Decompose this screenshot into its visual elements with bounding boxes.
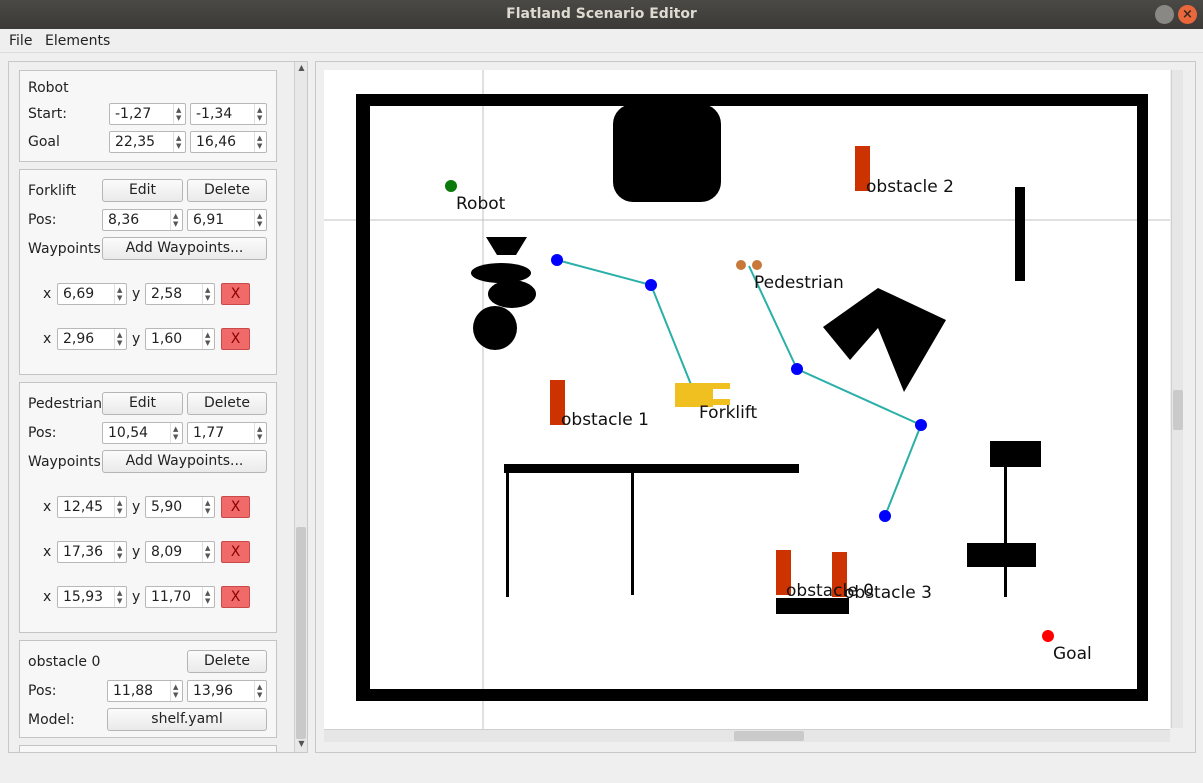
table-top bbox=[504, 464, 799, 473]
wall-right bbox=[1137, 94, 1148, 701]
pedestrian-head-right bbox=[752, 260, 762, 270]
wall-left bbox=[356, 94, 370, 701]
forklift-waypoint-1 bbox=[551, 254, 563, 266]
wall-bottom bbox=[356, 689, 1148, 701]
pedestrian-waypoint-2 bbox=[915, 419, 927, 431]
obstacle3-map-label: obstacle 3 bbox=[844, 583, 932, 603]
map-canvas[interactable]: Robot Goal Pedestrian Forklift obstacle … bbox=[0, 0, 1203, 783]
forklift-map-label: Forklift bbox=[699, 403, 758, 423]
right-structure-base bbox=[967, 543, 1036, 567]
pedestrian-waypoint-3 bbox=[879, 510, 891, 522]
table-leg-left bbox=[506, 473, 509, 597]
robot-marker bbox=[445, 180, 457, 192]
forklift-waypoint-2 bbox=[645, 279, 657, 291]
obstacle1-map-label: obstacle 1 bbox=[561, 410, 649, 430]
pedestrian-head-left bbox=[736, 260, 746, 270]
forklift-fork-top bbox=[713, 383, 730, 389]
right-structure-top bbox=[990, 441, 1041, 467]
top-block-obstacle bbox=[613, 104, 721, 202]
map-horizontal-scrollbar-thumb[interactable] bbox=[734, 731, 804, 741]
map-background bbox=[324, 70, 1170, 729]
map-vertical-scrollbar[interactable] bbox=[1171, 70, 1183, 728]
pedestrian-map-label: Pedestrian bbox=[754, 273, 844, 293]
goal-map-label: Goal bbox=[1053, 644, 1092, 664]
map-horizontal-scrollbar[interactable] bbox=[324, 729, 1170, 742]
blob-bottom bbox=[473, 306, 517, 350]
pedestrian-waypoint-1 bbox=[791, 363, 803, 375]
right-pillar bbox=[1015, 187, 1025, 281]
blob-middle bbox=[471, 263, 531, 283]
blob-lower bbox=[488, 280, 536, 308]
right-structure-post bbox=[1004, 467, 1007, 597]
wall-top bbox=[356, 94, 1148, 106]
map-vertical-scrollbar-thumb[interactable] bbox=[1173, 390, 1183, 430]
obstacle2-map-label: obstacle 2 bbox=[866, 177, 954, 197]
goal-marker bbox=[1042, 630, 1054, 642]
table-leg-right bbox=[631, 473, 634, 595]
robot-map-label: Robot bbox=[456, 194, 506, 214]
